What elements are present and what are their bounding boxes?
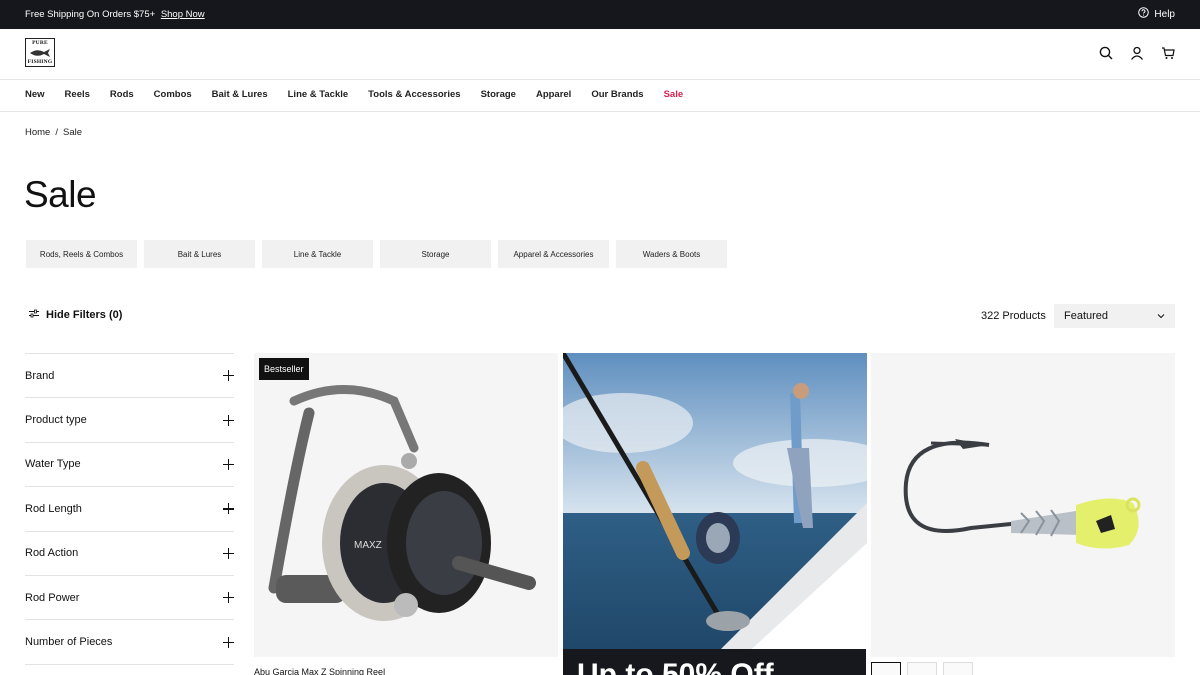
plus-icon: [223, 370, 234, 382]
color-swatches: [871, 662, 973, 675]
nav-item-new[interactable]: New: [25, 89, 45, 100]
bestseller-badge: Bestseller: [259, 358, 309, 380]
filter-sliders-icon: [29, 309, 39, 321]
filter-label: Product type: [25, 414, 87, 427]
chip-apparel-accessories[interactable]: Apparel & Accessories: [498, 240, 609, 268]
sale-banner[interactable]: Up to 50% Off: [563, 649, 866, 675]
help-icon: [1138, 7, 1150, 21]
logo-top-text: PURE: [32, 40, 48, 46]
nav-item-reels[interactable]: Reels: [65, 89, 90, 100]
help-label: Help: [1154, 8, 1175, 20]
filter-panel: Brand Product type Water Type Rod Length…: [25, 353, 234, 665]
promo-text: Free Shipping On Orders $75+: [25, 9, 156, 20]
chip-waders-boots[interactable]: Waders & Boots: [616, 240, 727, 268]
site-header: PURE FISHING: [0, 29, 1200, 80]
promo-card[interactable]: [563, 353, 867, 657]
search-icon[interactable]: [1099, 46, 1113, 60]
logo-bottom-text: FISHING: [27, 59, 53, 65]
fishing-boat-photo: [563, 353, 867, 657]
plus-icon: [223, 636, 234, 648]
spinning-reel-image: MAXZ: [268, 385, 536, 621]
chip-line-tackle[interactable]: Line & Tackle: [262, 240, 373, 268]
color-swatch[interactable]: [907, 662, 937, 675]
color-swatch[interactable]: [943, 662, 973, 675]
plus-icon: [223, 414, 234, 426]
category-chips: Rods, Reels & Combos Bait & Lures Line &…: [26, 240, 727, 268]
help-link[interactable]: Help: [1138, 7, 1175, 21]
main-nav: New Reels Rods Combos Bait & Lures Line …: [0, 80, 1200, 112]
filter-label: Rod Length: [25, 502, 82, 515]
cart-icon[interactable]: [1161, 46, 1175, 60]
filter-rod-power[interactable]: Rod Power: [25, 576, 234, 621]
nav-item-line-tackle[interactable]: Line & Tackle: [288, 89, 349, 100]
hide-filters-button[interactable]: Hide Filters (0): [29, 309, 122, 321]
plus-icon: [223, 503, 234, 515]
nav-item-combos[interactable]: Combos: [154, 89, 192, 100]
hide-filters-label: Hide Filters (0): [46, 309, 123, 321]
filter-label: Rod Action: [25, 547, 79, 560]
filter-product-type[interactable]: Product type: [25, 398, 234, 443]
chip-storage[interactable]: Storage: [380, 240, 491, 268]
shop-now-link[interactable]: Shop Now: [161, 9, 205, 20]
promo-message: Free Shipping On Orders $75+ Shop Now: [25, 9, 205, 20]
filter-brand[interactable]: Brand: [25, 354, 234, 399]
plus-icon: [223, 458, 234, 470]
filter-label: Brand: [25, 369, 55, 382]
nav-item-tools-accessories[interactable]: Tools & Accessories: [368, 89, 460, 100]
filter-rod-action[interactable]: Rod Action: [25, 532, 234, 576]
breadcrumb: Home / Sale: [25, 127, 82, 138]
breadcrumb-separator: /: [55, 127, 58, 138]
nav-item-storage[interactable]: Storage: [481, 89, 516, 100]
account-icon[interactable]: [1130, 46, 1144, 60]
chevron-down-icon: [1157, 314, 1165, 319]
header-actions: [1099, 46, 1175, 60]
nav-item-rods[interactable]: Rods: [110, 89, 134, 100]
nav-item-apparel[interactable]: Apparel: [536, 89, 571, 100]
chip-bait-lures[interactable]: Bait & Lures: [144, 240, 255, 268]
pure-fishing-logo[interactable]: PURE FISHING: [25, 38, 55, 67]
breadcrumb-current: Sale: [62, 127, 82, 138]
logo-fish-icon: [30, 49, 50, 57]
filter-label: Water Type: [25, 458, 81, 471]
plus-icon: [223, 592, 234, 604]
filter-label: Rod Power: [25, 591, 80, 604]
product-count: 322 Products: [981, 310, 1046, 322]
color-swatch[interactable]: [871, 662, 901, 675]
plus-icon: [223, 547, 234, 559]
jig-head-hook-image: [903, 439, 1141, 549]
chip-rods-reels-combos[interactable]: Rods, Reels & Combos: [26, 240, 137, 268]
nav-item-bait-lures[interactable]: Bait & Lures: [212, 89, 268, 100]
page-title: Sale: [24, 174, 97, 215]
nav-item-our-brands[interactable]: Our Brands: [591, 89, 643, 100]
filter-rod-length[interactable]: Rod Length: [25, 487, 234, 532]
product-title[interactable]: Abu Garcia Max Z Spinning Reel: [254, 667, 385, 675]
product-card[interactable]: Bestseller MAXZ: [254, 353, 558, 657]
breadcrumb-home[interactable]: Home: [25, 127, 50, 138]
nav-item-sale[interactable]: Sale: [664, 89, 684, 100]
promo-bar: Free Shipping On Orders $75+ Shop Now He…: [0, 0, 1200, 29]
product-card[interactable]: [871, 353, 1175, 657]
filter-label: Number of Pieces: [25, 636, 113, 649]
filter-water-type[interactable]: Water Type: [25, 443, 234, 488]
svg-text:MAXZ: MAXZ: [354, 540, 382, 551]
filter-number-of-pieces[interactable]: Number of Pieces: [25, 620, 234, 665]
sort-select[interactable]: Featured: [1054, 304, 1175, 328]
sort-value: Featured: [1064, 310, 1109, 322]
